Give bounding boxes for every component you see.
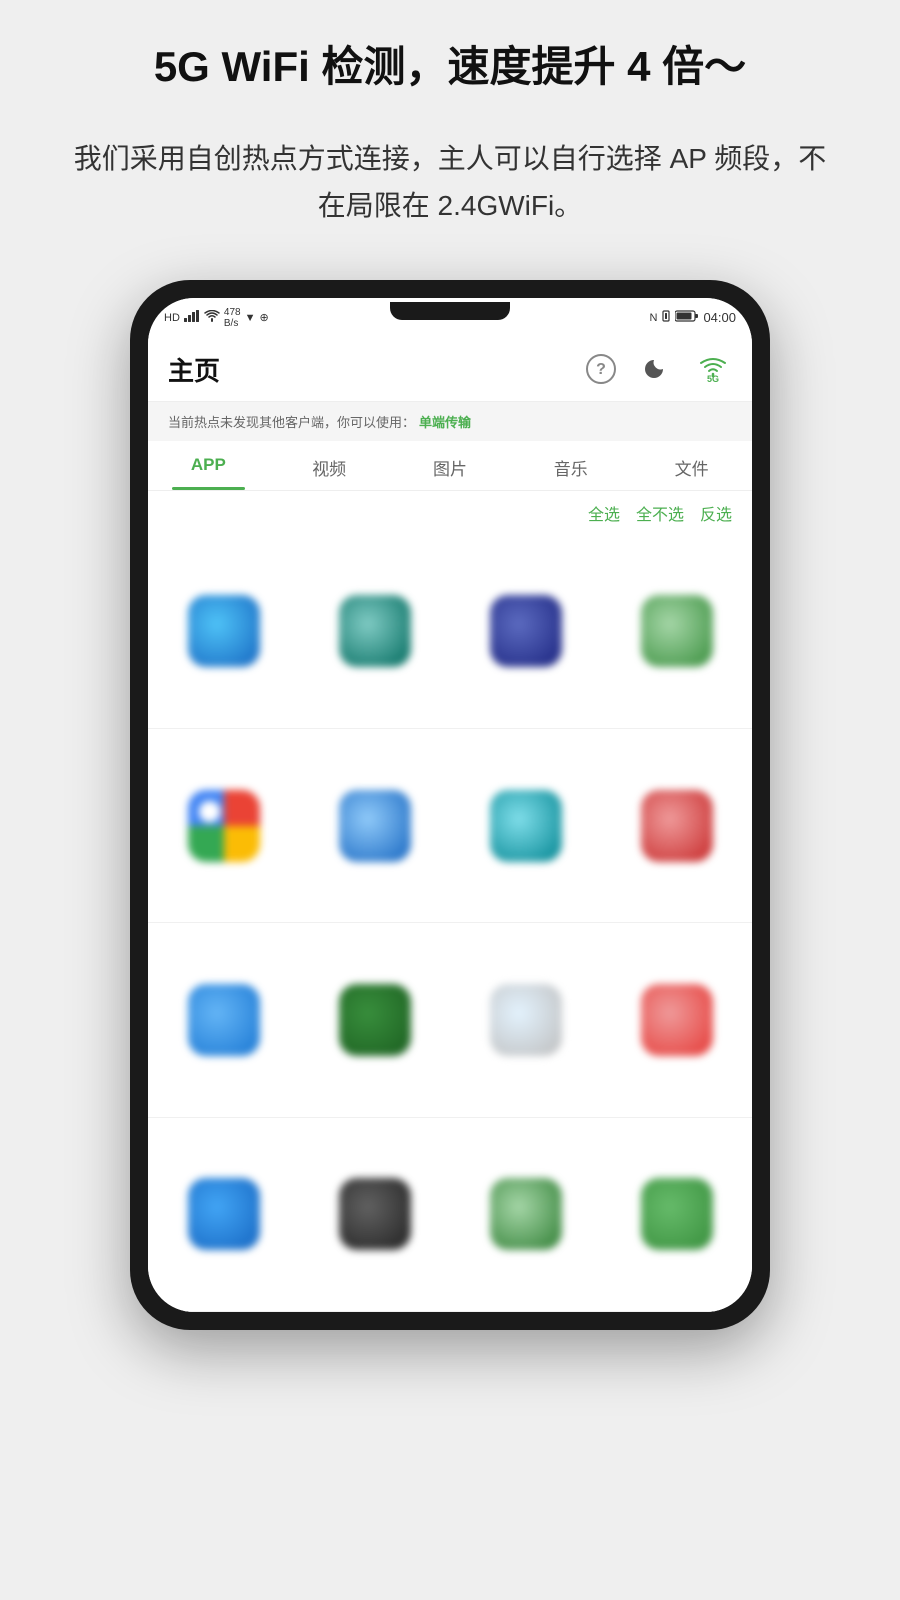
list-item[interactable] (148, 535, 299, 729)
vib-icon (661, 310, 671, 325)
app-icon (641, 790, 713, 862)
invert-btn[interactable]: 反选 (700, 501, 732, 525)
list-item[interactable] (148, 729, 299, 923)
headline: 5G WiFi 检测，速度提升 4 倍～ (94, 40, 806, 95)
app-icon (339, 790, 411, 862)
list-item[interactable] (148, 923, 299, 1117)
phone-screen: HD (148, 298, 752, 1312)
status-right: N 04:00 (650, 310, 737, 325)
app-header: 主页 ? (148, 338, 752, 402)
phone-notch (390, 302, 510, 320)
battery-icon (675, 310, 699, 325)
header-icons: ? (582, 350, 732, 388)
app-icon (641, 595, 713, 667)
app-icon (641, 1178, 713, 1250)
list-item[interactable] (450, 535, 601, 729)
hd-indicator: HD (164, 312, 180, 324)
tab-music[interactable]: 音乐 (510, 441, 631, 490)
wifi-5g-icon[interactable]: 5G (694, 350, 732, 388)
list-item[interactable] (299, 1118, 450, 1312)
deselect-all-btn[interactable]: 全不选 (636, 501, 684, 525)
app-icon (490, 790, 562, 862)
phone-mockup: HD (130, 280, 770, 1330)
app-icon (339, 984, 411, 1056)
list-item[interactable] (450, 729, 601, 923)
usb-icon: ⊕ (259, 311, 268, 324)
app-icon (490, 595, 562, 667)
app-icon (188, 984, 260, 1056)
app-title: 主页 (168, 351, 220, 388)
wifi-indicator (204, 310, 220, 325)
app-grid (148, 535, 752, 1312)
app-icon (188, 1178, 260, 1250)
app-icon (339, 1178, 411, 1250)
signal-bars (184, 310, 200, 325)
tab-file[interactable]: 文件 (631, 441, 752, 490)
app-icon (188, 790, 260, 862)
list-item[interactable] (299, 729, 450, 923)
speed-indicator: 478B/s (224, 307, 241, 329)
app-icon (339, 595, 411, 667)
tab-bar: APP 视频 图片 音乐 文件 (148, 441, 752, 491)
notice-bar: 当前热点未发现其他客户端，你可以使用： 单端传输 (148, 402, 752, 441)
selection-bar: 全选 全不选 反选 (148, 491, 752, 535)
list-item[interactable] (450, 923, 601, 1117)
notice-text: 当前热点未发现其他客户端，你可以使用： (168, 412, 415, 431)
list-item[interactable] (148, 1118, 299, 1312)
list-item[interactable] (299, 535, 450, 729)
tab-app[interactable]: APP (148, 441, 269, 490)
select-all-btn[interactable]: 全选 (588, 501, 620, 525)
nav-icon: ▼ (245, 312, 256, 324)
list-item[interactable] (601, 1118, 752, 1312)
time: 04:00 (703, 310, 736, 325)
app-icon (641, 984, 713, 1056)
list-item[interactable] (601, 923, 752, 1117)
notice-link[interactable]: 单端传输 (419, 412, 471, 431)
app-icon (490, 1178, 562, 1250)
tab-video[interactable]: 视频 (269, 441, 390, 490)
status-left: HD (164, 307, 269, 329)
nfc-icon: N (650, 312, 658, 324)
list-item[interactable] (601, 535, 752, 729)
list-item[interactable] (601, 729, 752, 923)
subtext: 我们采用自创热点方式连接，主人可以自行选择 AP 频段，不在局限在 2.4GWi… (0, 135, 900, 230)
svg-text:5G: 5G (707, 374, 719, 382)
tab-photo[interactable]: 图片 (390, 441, 511, 490)
page-wrapper: 5G WiFi 检测，速度提升 4 倍～ 我们采用自创热点方式连接，主人可以自行… (0, 0, 900, 1600)
list-item[interactable] (299, 923, 450, 1117)
app-icon (188, 595, 260, 667)
list-item[interactable] (450, 1118, 601, 1312)
moon-icon[interactable] (638, 350, 676, 388)
app-icon (490, 984, 562, 1056)
svg-text:?: ? (596, 361, 606, 378)
help-icon[interactable]: ? (582, 350, 620, 388)
